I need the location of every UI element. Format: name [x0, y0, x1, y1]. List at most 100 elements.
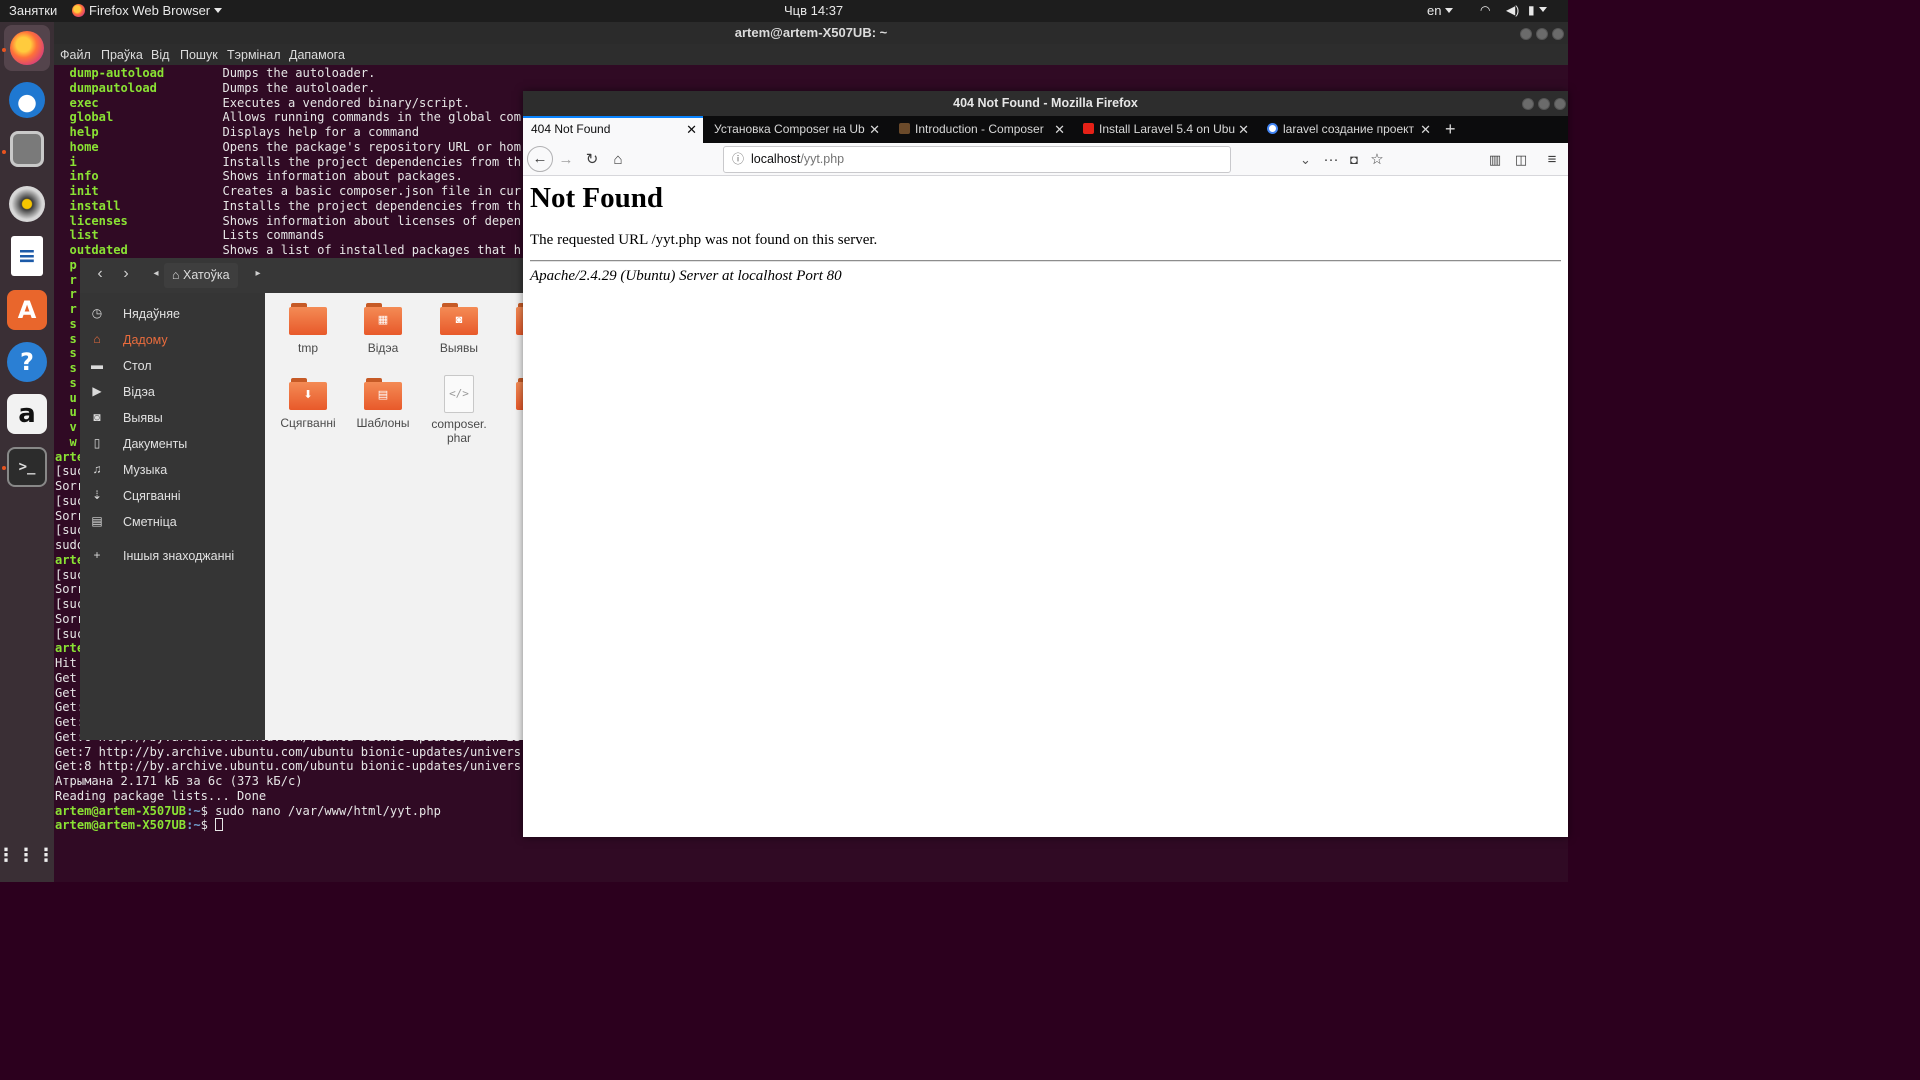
close-button[interactable]: [1554, 98, 1566, 110]
rhythmbox-icon[interactable]: [7, 184, 47, 224]
help-icon[interactable]: ?: [7, 342, 47, 382]
sidebar-item-downloads[interactable]: ⇣ Сцягванні: [80, 483, 265, 509]
sidebar-icon[interactable]: ◫: [1510, 149, 1532, 171]
software-center-icon[interactable]: A: [7, 290, 47, 330]
close-icon[interactable]: ✕: [686, 118, 697, 141]
menu-file[interactable]: Файл: [60, 48, 91, 62]
file-manager-sidebar: ◷ Нядаўняе ⌂ Дадому ▬ Стол ▶ Відэа ◙ Выявы ▯ Дакуме…: [80, 293, 265, 740]
tab-google-laravel[interactable]: laravel создание проект ✕: [1259, 116, 1437, 143]
close-icon[interactable]: ✕: [1420, 116, 1431, 143]
hamburger-menu-icon[interactable]: ≡: [1541, 149, 1563, 171]
close-button[interactable]: [1552, 28, 1564, 40]
home-icon[interactable]: ⌂: [607, 149, 629, 171]
sidebar-item-video[interactable]: ▶ Відэа: [80, 379, 265, 405]
pocket-icon[interactable]: ◘: [1343, 149, 1365, 171]
library-icon[interactable]: ▥: [1484, 149, 1506, 171]
file-item[interactable]: ▤ Шаблоны: [348, 378, 418, 430]
chevron-down-icon[interactable]: ⌄: [1300, 147, 1311, 172]
close-icon[interactable]: ✕: [1054, 116, 1065, 143]
sidebar-item-label: Дакументы: [123, 437, 188, 451]
sidebar-item-recent[interactable]: ◷ Нядаўняе: [80, 301, 265, 327]
file-name: Відэа: [367, 341, 399, 355]
terminal-cursor: [215, 818, 224, 832]
page-actions-icon[interactable]: ···: [1320, 149, 1342, 171]
new-tab-button[interactable]: +: [1445, 116, 1456, 142]
url-bar[interactable]: ⓘ localhost/yyt.php ⌄: [723, 146, 1311, 173]
volume-icon[interactable]: ◀): [1506, 3, 1519, 17]
menu-edit[interactable]: Праўка: [101, 48, 143, 62]
thunderbird-icon[interactable]: [7, 80, 47, 120]
sidebar-item-plus[interactable]: + Іншыя знаходжанні: [80, 543, 265, 569]
show-applications-icon[interactable]: ⋮⋮⋮: [0, 836, 55, 876]
terminal-icon[interactable]: >_: [7, 447, 47, 487]
maximize-button[interactable]: [1538, 98, 1550, 110]
language-indicator[interactable]: en: [1427, 3, 1454, 18]
close-icon[interactable]: ✕: [1238, 116, 1249, 143]
menu-terminal[interactable]: Тэрмінал: [227, 48, 281, 62]
firefox-window-controls[interactable]: [1518, 97, 1566, 115]
menu-search[interactable]: Пошук: [180, 48, 218, 62]
bookmark-star-icon[interactable]: ☆: [1366, 149, 1388, 171]
folder-video-icon: ▦: [364, 303, 402, 335]
firefox-icon[interactable]: [4, 25, 50, 71]
file-name: Выявы: [439, 341, 479, 355]
path-bar-home[interactable]: ⌂ Хатоўка: [164, 263, 238, 288]
menu-help[interactable]: Дапамога: [289, 48, 345, 62]
home-icon: ⌂: [93, 332, 101, 346]
tab-label: 404 Not Found: [531, 122, 611, 136]
firefox-titlebar[interactable]: 404 Not Found - Mozilla Firefox: [523, 91, 1568, 116]
tab-composer-intro[interactable]: Introduction - Composer ✕: [891, 116, 1071, 143]
file-item[interactable]: ◙ Выявы: [424, 303, 494, 355]
app-menu[interactable]: Firefox Web Browser: [72, 3, 223, 18]
minimize-button[interactable]: [1520, 28, 1532, 40]
terminal-window-controls[interactable]: [1516, 27, 1564, 45]
tab-youtube-laravel[interactable]: Install Laravel 5.4 on Ubu ✕: [1075, 116, 1255, 143]
file-item[interactable]: Да: [500, 303, 523, 355]
url-path: /yyt.php: [800, 152, 845, 166]
activities-button[interactable]: Занятки: [9, 3, 57, 18]
file-name: Шаблоны: [356, 416, 410, 430]
file-item[interactable]: </> composer. phar: [424, 375, 494, 445]
youtube-favicon-icon: [1083, 123, 1094, 134]
sidebar-item-label: Музыка: [123, 463, 168, 477]
file-item[interactable]: tmp: [273, 303, 343, 355]
sidebar-item-trash[interactable]: ▤ Сметніца: [80, 509, 265, 535]
info-icon[interactable]: ⓘ: [732, 147, 744, 172]
tab-strip: 404 Not Found ✕ Установка Composer на Ub ✕…: [523, 116, 1568, 143]
wifi-icon[interactable]: ◠: [1480, 3, 1490, 17]
clock[interactable]: Чцв 14:37: [784, 3, 843, 18]
close-icon[interactable]: ✕: [869, 116, 880, 143]
file-item[interactable]: te: [500, 378, 523, 430]
forward-button[interactable]: ›: [114, 264, 138, 286]
file-item[interactable]: ▦ Відэа: [348, 303, 418, 355]
tab-composer-install[interactable]: Установка Composer на Ub ✕: [706, 116, 886, 143]
battery-icon[interactable]: ▮: [1528, 3, 1547, 17]
sidebar-item-documents[interactable]: ▯ Дакументы: [80, 431, 265, 457]
files-icon[interactable]: [10, 131, 44, 167]
firefox-window[interactable]: 404 Not Found - Mozilla Firefox 404 Not …: [523, 91, 1568, 837]
path-right-arrow-icon[interactable]: ▸: [246, 264, 270, 286]
back-button[interactable]: ‹: [88, 264, 112, 286]
minimize-button[interactable]: [1522, 98, 1534, 110]
sidebar-item-pictures[interactable]: ◙ Выявы: [80, 405, 265, 431]
folder-pictures-icon: ◙: [440, 303, 478, 335]
amazon-icon[interactable]: a: [7, 394, 47, 434]
sidebar-item-home[interactable]: ⌂ Дадому: [80, 327, 265, 353]
file-item[interactable]: ⬇ Сцягванні: [273, 378, 343, 430]
folder-icon: [516, 378, 523, 410]
back-arrow-icon[interactable]: ←: [527, 146, 553, 172]
libreoffice-writer-icon[interactable]: ≡: [11, 236, 43, 276]
file-manager-window[interactable]: ‹ › ◂ ⌂ Хатоўка ▸ ◷ Нядаўняе ⌂ Дадому ▬ Стол ▶…: [80, 258, 523, 740]
sidebar-item-music[interactable]: ♫ Музыка: [80, 457, 265, 483]
tab-404-not-found[interactable]: 404 Not Found ✕: [523, 116, 703, 143]
downloads-icon: ⇣: [91, 488, 103, 502]
divider: [530, 260, 1561, 262]
menu-view[interactable]: Від: [151, 48, 169, 62]
terminal-titlebar[interactable]: artem@artem-X507UB: ~: [54, 22, 1568, 44]
maximize-button[interactable]: [1536, 28, 1548, 40]
forward-arrow-icon[interactable]: →: [555, 149, 577, 171]
sidebar-item-desktop[interactable]: ▬ Стол: [80, 353, 265, 379]
server-signature: Apache/2.4.29 (Ubuntu) Server at localho…: [530, 268, 842, 284]
reload-icon[interactable]: ↻: [581, 149, 603, 171]
file-name: tmp: [297, 341, 318, 355]
